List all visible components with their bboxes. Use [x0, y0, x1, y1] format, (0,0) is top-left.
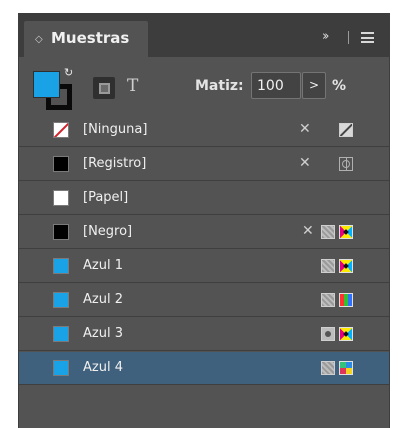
swatch-type-icons — [289, 360, 379, 378]
cannot-edit-icon: ✕ — [299, 121, 311, 137]
swatch-type-icons: ✕ — [289, 155, 379, 174]
cannot-edit-icon: ✕ — [302, 223, 314, 239]
swatch-name: [Ninguna] — [83, 122, 148, 137]
swatch-color-chip — [53, 122, 69, 138]
swatch-row[interactable]: Azul 4 — [19, 352, 389, 385]
cmyk-mode-icon — [339, 259, 353, 273]
swatch-type-icons: ✕ — [289, 223, 379, 242]
swatch-type-icons: ✕ — [289, 121, 379, 140]
swatch-name: Azul 4 — [83, 360, 123, 375]
fill-swatch[interactable] — [33, 71, 60, 98]
swatch-name: Azul 2 — [83, 292, 123, 307]
swatch-name: [Negro] — [83, 224, 133, 239]
formatting-affects-text-button[interactable]: T — [127, 76, 138, 96]
swatch-name: Azul 1 — [83, 258, 123, 273]
swatch-row[interactable]: [Registro] ✕ — [19, 148, 389, 181]
panel-title: Muestras — [51, 29, 130, 47]
process-color-icon — [321, 293, 335, 307]
process-color-icon — [321, 225, 335, 239]
swatch-type-icons — [289, 190, 379, 208]
process-color-icon — [321, 361, 335, 375]
swatch-name: Azul 3 — [83, 326, 123, 341]
collapse-panel-icon[interactable]: ›› — [322, 29, 330, 44]
tint-slider-button[interactable]: > — [302, 72, 326, 99]
swatches-panel: ◇ Muestras ›› ↻ T Matiz: > % [Ninguna]✕[… — [18, 13, 390, 428]
swatch-row[interactable]: Azul 2 — [19, 284, 389, 317]
tab-collapse-chevron-icon[interactable]: ◇ — [35, 34, 43, 45]
swatch-row[interactable]: [Papel] — [19, 182, 389, 215]
cmyk-mode-icon — [339, 327, 353, 341]
cannot-edit-icon: ✕ — [299, 155, 311, 171]
registration-icon — [339, 157, 353, 171]
swatch-color-chip — [53, 292, 69, 308]
panel-titlebar: ◇ Muestras ›› — [19, 13, 389, 57]
swatch-list: [Ninguna] ✕ [Registro] ✕ [Papel] [Negro] ✕ Azul… — [19, 114, 389, 387]
panel-empty-area — [19, 387, 389, 428]
tint-unit: % — [332, 78, 347, 94]
process-color-icon — [321, 259, 335, 273]
swap-fill-stroke-icon[interactable]: ↻ — [64, 66, 73, 79]
formatting-affects-container-button[interactable] — [93, 77, 115, 99]
swatch-color-chip — [53, 258, 69, 274]
swatch-row[interactable]: [Ninguna] ✕ — [19, 114, 389, 147]
swatch-color-chip — [53, 360, 69, 376]
titlebar-divider — [348, 31, 349, 44]
swatch-row[interactable]: Azul 1 — [19, 250, 389, 283]
swatch-type-icons — [289, 326, 379, 344]
swatch-name: [Registro] — [83, 156, 147, 171]
container-icon — [99, 83, 110, 94]
swatch-color-chip — [53, 326, 69, 342]
swatch-color-chip — [53, 224, 69, 240]
cmyk-mode-icon — [339, 225, 353, 239]
panel-menu-icon[interactable] — [361, 32, 374, 43]
swatch-type-icons — [289, 292, 379, 310]
swatch-type-icons — [289, 258, 379, 276]
tint-input[interactable] — [251, 72, 301, 99]
none-type-icon — [339, 123, 353, 137]
swatch-name: [Papel] — [83, 190, 129, 205]
swatch-row[interactable]: [Negro] ✕ — [19, 216, 389, 249]
tab-muestras[interactable]: ◇ Muestras — [24, 21, 148, 57]
swatch-color-chip — [53, 190, 69, 206]
swatch-row[interactable]: Azul 3 — [19, 318, 389, 351]
spot-color-icon — [321, 327, 335, 341]
tint-label: Matiz: — [195, 78, 244, 94]
rgb-mode-icon — [339, 293, 353, 307]
swatch-color-chip — [53, 156, 69, 172]
lab-mode-icon — [339, 361, 353, 375]
